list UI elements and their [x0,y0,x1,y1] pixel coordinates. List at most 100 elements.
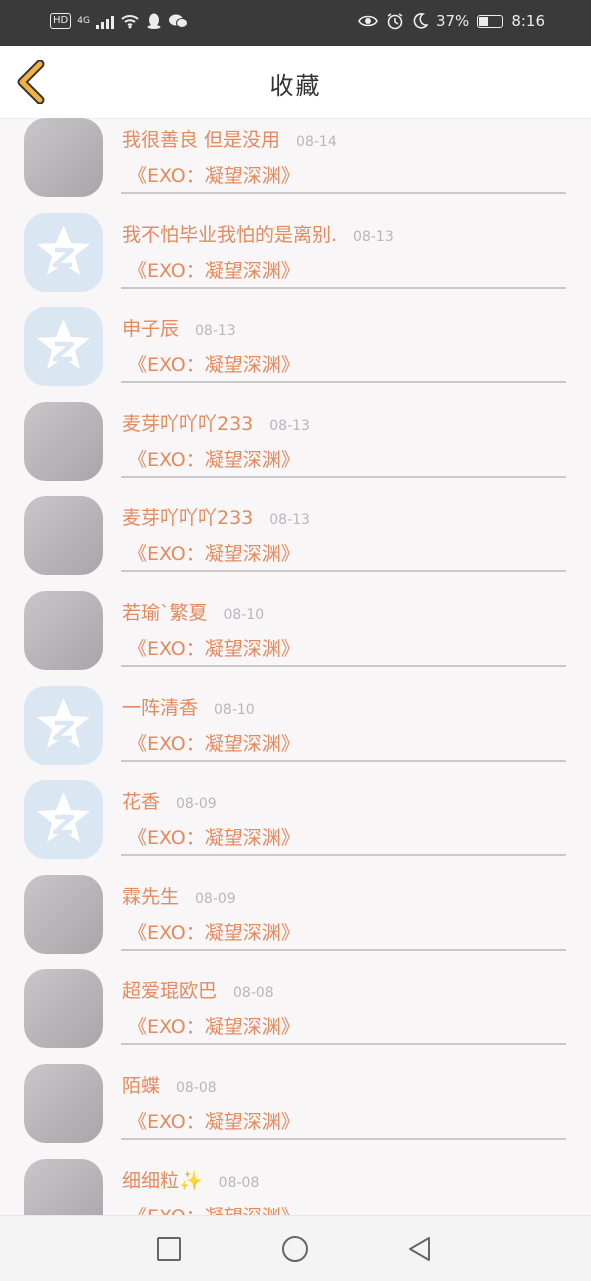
recent-apps-button[interactable] [155,1235,183,1263]
item-name-line: 细细粒✨ 08-08 [122,1166,259,1193]
avatar[interactable] [24,1158,103,1215]
avatar[interactable] [24,118,103,197]
network-type: 4G [77,16,90,26]
list-item[interactable]: 我很善良 但是没用 08-14 《EXO：凝望深渊》 [0,117,591,212]
top-bar: 收藏 [0,46,591,119]
item-name-line: 霖先生 08-09 [122,882,236,909]
item-name-line: 一阵清香 08-10 [122,693,255,720]
wechat-icon [168,14,188,28]
signal-icon [95,13,114,29]
row-divider [121,381,566,384]
item-book-title[interactable]: 《EXO：凝望深渊》 [128,918,300,945]
avatar[interactable] [24,969,103,1049]
page-title: 收藏 [269,72,322,100]
home-circle-icon [282,1236,308,1262]
row-divider [121,286,566,289]
item-username[interactable]: 细细粒✨ [122,1170,203,1192]
item-book-title[interactable]: 《EXO：凝望深渊》 [128,539,300,566]
row-divider [121,665,566,667]
avatar[interactable] [24,1064,103,1143]
item-name-line: 若瑜`繁夏 08-10 [122,598,264,625]
item-name-line: 花香 08-09 [122,787,217,814]
item-username[interactable]: 我不怕毕业我怕的是离别. [122,224,337,246]
item-name-line: 麦芽吖吖吖233 08-13 [122,503,310,530]
default-avatar-icon[interactable] [24,212,103,292]
item-date: 08-09 [176,796,217,813]
item-book-title[interactable]: 《EXO：凝望深渊》 [128,256,300,283]
avatar[interactable] [24,874,103,954]
clock-time: 8:16 [511,12,545,30]
list-item[interactable]: 超爱琨欧巴 08-08 《EXO：凝望深渊》 [0,968,591,1063]
item-date: 08-10 [223,607,265,623]
default-avatar-icon[interactable] [24,780,103,860]
item-book-title[interactable]: 《EXO：凝望深渊》 [128,823,300,850]
item-username[interactable]: 陌蝶 [122,1075,160,1097]
list-item[interactable]: 霖先生 08-09 《EXO：凝望深渊》 [0,874,591,969]
recent-apps-square-icon [157,1237,181,1261]
item-name-line: 我很善良 但是没用 08-14 [122,125,337,152]
row-divider [121,192,566,194]
list-item[interactable]: 若瑜`繁夏 08-10 《EXO：凝望深渊》 [0,590,591,685]
row-divider [121,475,566,478]
item-username[interactable]: 若瑜`繁夏 [122,602,208,624]
list-item[interactable]: 申子辰 08-13 《EXO：凝望深渊》 [0,306,591,401]
item-date: 08-10 [214,701,255,718]
item-date: 08-13 [269,417,310,434]
system-nav-bar [0,1215,591,1281]
item-book-title[interactable]: 《EXO：凝望深渊》 [128,634,300,661]
item-book-title[interactable]: 《EXO：凝望深渊》 [128,729,300,756]
alarm-icon [387,13,403,30]
avatar[interactable] [24,401,103,481]
list-item[interactable]: 花香 08-09 《EXO：凝望深渊》 [0,779,591,874]
item-name-line: 陌蝶 08-08 [122,1071,217,1098]
default-avatar-icon[interactable] [24,307,103,387]
list-item[interactable]: 我不怕毕业我怕的是离别. 08-13 《EXO：凝望深渊》 [0,212,591,307]
item-username[interactable]: 我很善良 但是没用 [122,129,280,151]
item-book-title[interactable]: 《EXO：凝望深渊》 [128,445,300,472]
system-back-button[interactable] [405,1235,433,1263]
item-date: 08-08 [233,985,274,1002]
avatar[interactable] [24,591,103,670]
item-date: 08-14 [296,134,337,150]
item-date: 08-13 [195,323,236,340]
back-triangle-icon [409,1237,430,1261]
item-book-title[interactable]: 《EXO：凝望深渊》 [128,1012,300,1039]
list-item[interactable]: 细细粒✨ 08-08 《EXO：凝望深渊》 [0,1158,591,1215]
item-book-title[interactable]: 《EXO：凝望深渊》 [128,161,300,188]
row-divider [121,759,566,762]
item-date: 08-13 [269,512,310,529]
item-book-title[interactable]: 《EXO：凝望深渊》 [128,350,300,377]
item-username[interactable]: 花香 [122,791,160,813]
item-username[interactable]: 麦芽吖吖吖233 [122,507,253,529]
list-item[interactable]: 麦芽吖吖吖233 08-13 《EXO：凝望深渊》 [0,401,591,496]
item-username[interactable]: 麦芽吖吖吖233 [122,413,253,435]
avatar[interactable] [24,496,103,576]
default-avatar-icon[interactable] [24,685,103,765]
hd-badge: HD [50,13,72,29]
home-button[interactable] [281,1235,309,1263]
qq-icon [147,13,161,29]
row-divider [121,948,566,951]
item-username[interactable]: 霖先生 [122,886,179,908]
status-left: HD 4G [50,12,188,30]
list-item[interactable]: 陌蝶 08-08 《EXO：凝望深渊》 [0,1063,591,1158]
battery-icon [477,14,504,28]
wifi-icon [121,15,139,29]
row-divider [121,854,566,857]
item-book-title[interactable]: 《EXO：凝望深渊》 [128,1202,300,1215]
row-divider [121,1138,566,1140]
item-date: 08-08 [176,1080,217,1096]
battery-percent: 37% [435,12,470,30]
item-date: 08-13 [353,228,394,245]
status-bar: HD 4G 37% 8:16 [0,0,591,46]
row-divider [121,570,566,573]
item-date: 08-09 [195,890,236,907]
item-name-line: 申子辰 08-13 [122,314,236,341]
item-username[interactable]: 超爱琨欧巴 [122,980,217,1002]
item-username[interactable]: 申子辰 [122,318,179,340]
item-name-line: 我不怕毕业我怕的是离别. 08-13 [122,220,394,247]
item-username[interactable]: 一阵清香 [122,697,198,719]
item-book-title[interactable]: 《EXO：凝望深渊》 [128,1107,300,1134]
list-item[interactable]: 麦芽吖吖吖233 08-13 《EXO：凝望深渊》 [0,495,591,590]
list-item[interactable]: 一阵清香 08-10 《EXO：凝望深渊》 [0,685,591,780]
